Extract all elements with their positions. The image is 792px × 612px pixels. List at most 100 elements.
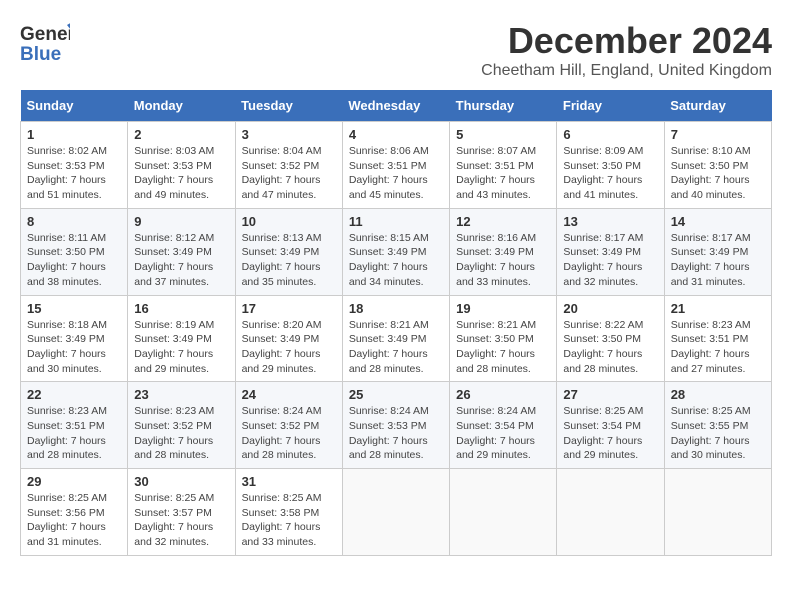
day-number: 2 bbox=[134, 127, 228, 142]
day-number: 17 bbox=[242, 301, 336, 316]
day-info: Sunrise: 8:24 AMSunset: 3:52 PMDaylight:… bbox=[242, 404, 336, 463]
calendar-day-cell: 3 Sunrise: 8:04 AMSunset: 3:52 PMDayligh… bbox=[235, 122, 342, 209]
calendar-day-cell: 13 Sunrise: 8:17 AMSunset: 3:49 PMDaylig… bbox=[557, 208, 664, 295]
day-number: 18 bbox=[349, 301, 443, 316]
col-thursday: Thursday bbox=[450, 90, 557, 122]
day-info: Sunrise: 8:10 AMSunset: 3:50 PMDaylight:… bbox=[671, 144, 765, 203]
calendar-day-cell: 24 Sunrise: 8:24 AMSunset: 3:52 PMDaylig… bbox=[235, 382, 342, 469]
calendar-day-cell: 17 Sunrise: 8:20 AMSunset: 3:49 PMDaylig… bbox=[235, 295, 342, 382]
day-number: 25 bbox=[349, 387, 443, 402]
logo: General Blue bbox=[20, 20, 70, 64]
day-info: Sunrise: 8:12 AMSunset: 3:49 PMDaylight:… bbox=[134, 231, 228, 290]
calendar-day-cell: 5 Sunrise: 8:07 AMSunset: 3:51 PMDayligh… bbox=[450, 122, 557, 209]
calendar-week-row: 22 Sunrise: 8:23 AMSunset: 3:51 PMDaylig… bbox=[21, 382, 772, 469]
day-number: 22 bbox=[27, 387, 121, 402]
calendar-day-cell: 23 Sunrise: 8:23 AMSunset: 3:52 PMDaylig… bbox=[128, 382, 235, 469]
calendar-header-row: Sunday Monday Tuesday Wednesday Thursday… bbox=[21, 90, 772, 122]
calendar-day-cell: 21 Sunrise: 8:23 AMSunset: 3:51 PMDaylig… bbox=[664, 295, 771, 382]
calendar-day-cell: 27 Sunrise: 8:25 AMSunset: 3:54 PMDaylig… bbox=[557, 382, 664, 469]
calendar-week-row: 8 Sunrise: 8:11 AMSunset: 3:50 PMDayligh… bbox=[21, 208, 772, 295]
col-friday: Friday bbox=[557, 90, 664, 122]
day-info: Sunrise: 8:25 AMSunset: 3:55 PMDaylight:… bbox=[671, 404, 765, 463]
calendar-day-cell: 14 Sunrise: 8:17 AMSunset: 3:49 PMDaylig… bbox=[664, 208, 771, 295]
calendar-day-cell: 11 Sunrise: 8:15 AMSunset: 3:49 PMDaylig… bbox=[342, 208, 449, 295]
calendar-day-cell: 1 Sunrise: 8:02 AMSunset: 3:53 PMDayligh… bbox=[21, 122, 128, 209]
day-info: Sunrise: 8:23 AMSunset: 3:52 PMDaylight:… bbox=[134, 404, 228, 463]
calendar-day-cell: 25 Sunrise: 8:24 AMSunset: 3:53 PMDaylig… bbox=[342, 382, 449, 469]
calendar-body: 1 Sunrise: 8:02 AMSunset: 3:53 PMDayligh… bbox=[21, 122, 772, 556]
day-info: Sunrise: 8:25 AMSunset: 3:54 PMDaylight:… bbox=[563, 404, 657, 463]
calendar-day-cell: 28 Sunrise: 8:25 AMSunset: 3:55 PMDaylig… bbox=[664, 382, 771, 469]
calendar-day-cell: 15 Sunrise: 8:18 AMSunset: 3:49 PMDaylig… bbox=[21, 295, 128, 382]
calendar-day-cell: 2 Sunrise: 8:03 AMSunset: 3:53 PMDayligh… bbox=[128, 122, 235, 209]
col-wednesday: Wednesday bbox=[342, 90, 449, 122]
day-number: 23 bbox=[134, 387, 228, 402]
day-number: 19 bbox=[456, 301, 550, 316]
day-number: 4 bbox=[349, 127, 443, 142]
calendar-day-cell: 22 Sunrise: 8:23 AMSunset: 3:51 PMDaylig… bbox=[21, 382, 128, 469]
calendar-week-row: 15 Sunrise: 8:18 AMSunset: 3:49 PMDaylig… bbox=[21, 295, 772, 382]
svg-text:General: General bbox=[20, 24, 70, 45]
title-section: December 2024 Cheetham Hill, England, Un… bbox=[481, 20, 772, 80]
general-blue-logo-icon: General Blue bbox=[20, 20, 70, 64]
day-info: Sunrise: 8:19 AMSunset: 3:49 PMDaylight:… bbox=[134, 318, 228, 377]
page-title: December 2024 bbox=[481, 20, 772, 62]
day-info: Sunrise: 8:25 AMSunset: 3:57 PMDaylight:… bbox=[134, 491, 228, 550]
day-info: Sunrise: 8:25 AMSunset: 3:58 PMDaylight:… bbox=[242, 491, 336, 550]
day-number: 30 bbox=[134, 474, 228, 489]
calendar-day-cell: 29 Sunrise: 8:25 AMSunset: 3:56 PMDaylig… bbox=[21, 469, 128, 556]
calendar-day-cell: 8 Sunrise: 8:11 AMSunset: 3:50 PMDayligh… bbox=[21, 208, 128, 295]
day-info: Sunrise: 8:23 AMSunset: 3:51 PMDaylight:… bbox=[671, 318, 765, 377]
day-number: 3 bbox=[242, 127, 336, 142]
calendar-day-cell: 18 Sunrise: 8:21 AMSunset: 3:49 PMDaylig… bbox=[342, 295, 449, 382]
day-number: 12 bbox=[456, 214, 550, 229]
day-info: Sunrise: 8:17 AMSunset: 3:49 PMDaylight:… bbox=[563, 231, 657, 290]
svg-text:Blue: Blue bbox=[20, 44, 61, 64]
day-number: 31 bbox=[242, 474, 336, 489]
day-number: 10 bbox=[242, 214, 336, 229]
calendar-day-cell: 7 Sunrise: 8:10 AMSunset: 3:50 PMDayligh… bbox=[664, 122, 771, 209]
day-number: 6 bbox=[563, 127, 657, 142]
day-info: Sunrise: 8:03 AMSunset: 3:53 PMDaylight:… bbox=[134, 144, 228, 203]
day-info: Sunrise: 8:16 AMSunset: 3:49 PMDaylight:… bbox=[456, 231, 550, 290]
day-number: 21 bbox=[671, 301, 765, 316]
calendar-day-cell: 10 Sunrise: 8:13 AMSunset: 3:49 PMDaylig… bbox=[235, 208, 342, 295]
day-info: Sunrise: 8:21 AMSunset: 3:49 PMDaylight:… bbox=[349, 318, 443, 377]
day-info: Sunrise: 8:07 AMSunset: 3:51 PMDaylight:… bbox=[456, 144, 550, 203]
day-info: Sunrise: 8:11 AMSunset: 3:50 PMDaylight:… bbox=[27, 231, 121, 290]
calendar-day-cell bbox=[557, 469, 664, 556]
day-info: Sunrise: 8:25 AMSunset: 3:56 PMDaylight:… bbox=[27, 491, 121, 550]
day-info: Sunrise: 8:20 AMSunset: 3:49 PMDaylight:… bbox=[242, 318, 336, 377]
day-info: Sunrise: 8:04 AMSunset: 3:52 PMDaylight:… bbox=[242, 144, 336, 203]
calendar-day-cell: 26 Sunrise: 8:24 AMSunset: 3:54 PMDaylig… bbox=[450, 382, 557, 469]
day-info: Sunrise: 8:15 AMSunset: 3:49 PMDaylight:… bbox=[349, 231, 443, 290]
day-info: Sunrise: 8:13 AMSunset: 3:49 PMDaylight:… bbox=[242, 231, 336, 290]
col-saturday: Saturday bbox=[664, 90, 771, 122]
col-tuesday: Tuesday bbox=[235, 90, 342, 122]
day-info: Sunrise: 8:02 AMSunset: 3:53 PMDaylight:… bbox=[27, 144, 121, 203]
calendar-day-cell bbox=[450, 469, 557, 556]
day-number: 8 bbox=[27, 214, 121, 229]
day-info: Sunrise: 8:24 AMSunset: 3:53 PMDaylight:… bbox=[349, 404, 443, 463]
day-info: Sunrise: 8:24 AMSunset: 3:54 PMDaylight:… bbox=[456, 404, 550, 463]
page-header: General Blue December 2024 Cheetham Hill… bbox=[20, 20, 772, 80]
day-info: Sunrise: 8:09 AMSunset: 3:50 PMDaylight:… bbox=[563, 144, 657, 203]
day-number: 29 bbox=[27, 474, 121, 489]
calendar-day-cell: 31 Sunrise: 8:25 AMSunset: 3:58 PMDaylig… bbox=[235, 469, 342, 556]
day-number: 26 bbox=[456, 387, 550, 402]
col-sunday: Sunday bbox=[21, 90, 128, 122]
calendar-day-cell: 12 Sunrise: 8:16 AMSunset: 3:49 PMDaylig… bbox=[450, 208, 557, 295]
day-number: 5 bbox=[456, 127, 550, 142]
day-number: 20 bbox=[563, 301, 657, 316]
calendar-week-row: 29 Sunrise: 8:25 AMSunset: 3:56 PMDaylig… bbox=[21, 469, 772, 556]
day-number: 27 bbox=[563, 387, 657, 402]
day-info: Sunrise: 8:06 AMSunset: 3:51 PMDaylight:… bbox=[349, 144, 443, 203]
page-subtitle: Cheetham Hill, England, United Kingdom bbox=[481, 62, 772, 80]
calendar-header: Sunday Monday Tuesday Wednesday Thursday… bbox=[21, 90, 772, 122]
calendar-day-cell bbox=[664, 469, 771, 556]
day-number: 11 bbox=[349, 214, 443, 229]
day-number: 28 bbox=[671, 387, 765, 402]
day-number: 24 bbox=[242, 387, 336, 402]
day-info: Sunrise: 8:23 AMSunset: 3:51 PMDaylight:… bbox=[27, 404, 121, 463]
day-number: 13 bbox=[563, 214, 657, 229]
